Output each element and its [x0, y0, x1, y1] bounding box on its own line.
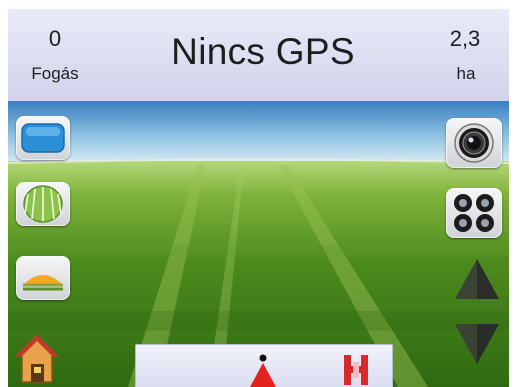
view-mode-button[interactable] [16, 116, 70, 160]
zoom-out-button[interactable] [452, 318, 502, 373]
tilt-button[interactable] [16, 256, 70, 300]
arrow-down-icon [455, 324, 499, 364]
status-header: 0 Fogás Nincs GPS 2,3 ha [8, 9, 509, 101]
curve-horizon-icon [23, 275, 63, 291]
guidance-lightbar [135, 344, 393, 387]
boom-sections-button[interactable] [446, 188, 502, 238]
passes-label: Fogás [31, 64, 79, 83]
home-icon [14, 333, 60, 383]
lightbar-graphics [250, 354, 368, 387]
zoom-in-button[interactable] [452, 255, 502, 310]
guidance-mode-button[interactable] [16, 182, 70, 226]
area-value: 2,3 [449, 26, 481, 51]
guidance-screen: 0 Fogás Nincs GPS 2,3 ha [0, 0, 517, 387]
boom-status-icon [344, 355, 368, 385]
camera-button[interactable] [446, 118, 502, 168]
camera-lens-icon [454, 123, 494, 163]
home-button[interactable] [14, 332, 60, 387]
passes-count: 0 [48, 26, 62, 51]
gps-status-text: Nincs GPS [171, 31, 355, 72]
vehicle-marker-icon [250, 354, 276, 387]
four-nozzles-icon [454, 194, 494, 232]
area-unit: ha [456, 64, 476, 83]
arrow-up-icon [455, 259, 499, 299]
straight-rows-icon [23, 185, 63, 223]
blue-screen-icon [21, 123, 65, 153]
